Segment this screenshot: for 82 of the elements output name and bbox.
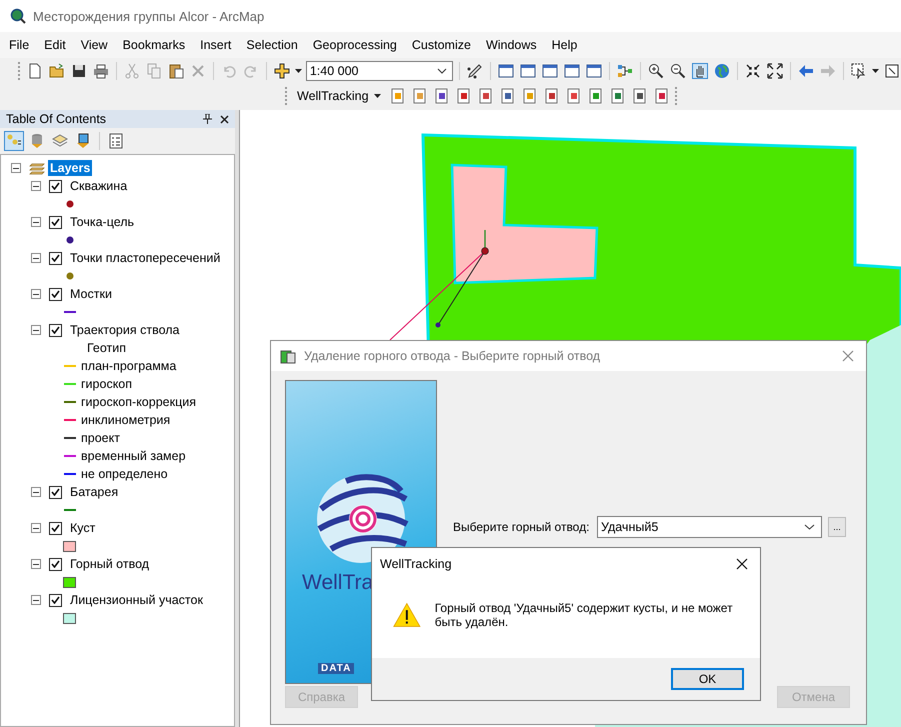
panel-title: Table Of Contents xyxy=(6,112,106,126)
legend-heading: Геотип xyxy=(87,341,126,355)
layer-name[interactable]: Точки пластопересечений xyxy=(70,251,220,265)
checkbox[interactable] xyxy=(49,594,62,606)
browse-button[interactable]: ... xyxy=(828,517,846,537)
legend-label: гироскоп xyxy=(81,377,132,391)
menu-item[interactable]: Windows xyxy=(486,38,537,52)
close-icon[interactable] xyxy=(220,114,229,124)
zoom-out-icon[interactable] xyxy=(669,62,688,80)
logo-text: WellTra xyxy=(302,571,374,595)
menu-item[interactable]: Selection xyxy=(246,38,298,52)
collapse-toggle[interactable] xyxy=(31,487,41,497)
layer-name[interactable]: Скважина xyxy=(70,179,128,193)
checkbox[interactable] xyxy=(49,558,62,570)
pan-hand-icon[interactable] xyxy=(691,62,710,80)
field-label: Выберите горный отвод: xyxy=(453,520,590,534)
legend-label: план-программа xyxy=(81,359,176,373)
edit-tool-icon[interactable] xyxy=(466,62,484,80)
zoom-in-arrows-icon[interactable] xyxy=(744,62,762,80)
layer-name[interactable]: Точка-цель xyxy=(70,215,134,229)
checkbox[interactable] xyxy=(49,252,62,264)
caret-icon[interactable] xyxy=(872,69,880,73)
allotment-combobox[interactable]: Удачный5 xyxy=(597,516,822,538)
checkbox[interactable] xyxy=(49,486,62,498)
collapse-toggle[interactable] xyxy=(31,523,41,533)
menu-item[interactable]: Customize xyxy=(412,38,471,52)
collapse-toggle[interactable] xyxy=(31,595,41,605)
menu-item[interactable]: File xyxy=(9,38,30,52)
menu-item[interactable]: Help xyxy=(552,38,578,52)
checkbox[interactable] xyxy=(49,522,62,534)
legend-label: временный замер xyxy=(81,449,186,463)
layer-name[interactable]: Мостки xyxy=(70,287,112,301)
menu-item[interactable]: Bookmarks xyxy=(122,38,186,52)
window-title: Месторождения группы Alcor - ArcMap xyxy=(33,8,264,24)
caret-icon[interactable] xyxy=(294,69,302,73)
chevron-down-icon xyxy=(437,68,448,74)
open-folder-icon[interactable] xyxy=(48,62,66,80)
layer-name[interactable]: Горный отвод xyxy=(70,557,150,571)
legend-label: проект xyxy=(81,431,120,445)
checkbox[interactable] xyxy=(49,324,62,336)
ok-button[interactable]: OK xyxy=(671,668,744,690)
zoom-out-arrows-icon[interactable] xyxy=(766,62,784,80)
square-icon[interactable] xyxy=(883,62,901,80)
warning-icon xyxy=(393,600,421,630)
checkbox[interactable] xyxy=(49,288,62,300)
layer-name[interactable]: Лицензионный участок xyxy=(70,593,203,607)
tree-item[interactable]: Layers xyxy=(48,160,92,176)
message-box-title: WellTracking xyxy=(380,557,452,571)
collapse-toggle[interactable] xyxy=(31,325,41,335)
caret-icon xyxy=(374,94,381,98)
add-data-icon[interactable] xyxy=(272,62,291,80)
collapse-toggle[interactable] xyxy=(31,289,41,299)
collapse-toggle[interactable] xyxy=(31,559,41,569)
scale-combobox[interactable]: 1:40 000 xyxy=(306,61,454,81)
collapse-toggle[interactable] xyxy=(31,253,41,263)
close-icon[interactable] xyxy=(736,558,748,570)
globe-magnifier-icon xyxy=(10,8,26,24)
layer-name[interactable]: Траектория ствола xyxy=(70,323,180,337)
menu-item[interactable]: Edit xyxy=(44,38,66,52)
options-list-icon[interactable] xyxy=(107,132,125,150)
layer-name[interactable]: Батарея xyxy=(70,485,118,499)
menu-item[interactable]: Insert xyxy=(200,38,232,52)
menu-item[interactable]: View xyxy=(80,38,108,52)
layer-name[interactable]: Куст xyxy=(70,521,96,535)
legend-label: инклинометрия xyxy=(81,413,170,427)
legend-label: не определено xyxy=(81,467,168,481)
dialog-title: Удаление горного отвода - Выберите горный отвод xyxy=(304,349,600,363)
menu-item[interactable]: Geoprocessing xyxy=(312,38,397,52)
checkbox[interactable] xyxy=(49,216,62,228)
legend-label: гироскоп-коррекция xyxy=(81,395,196,409)
checkbox[interactable] xyxy=(49,180,62,192)
collapse-toggle[interactable] xyxy=(31,217,41,227)
collapse-toggle[interactable] xyxy=(11,163,21,173)
zoom-in-icon[interactable] xyxy=(647,62,666,80)
paste-icon[interactable] xyxy=(166,62,185,80)
collapse-toggle[interactable] xyxy=(31,181,41,191)
chevron-down-icon xyxy=(804,524,815,530)
pin-icon[interactable] xyxy=(203,114,212,124)
print-icon[interactable] xyxy=(92,62,110,80)
welltracking-menu-button[interactable]: WellTracking xyxy=(293,87,385,105)
logo-text: DATA xyxy=(318,663,354,674)
message-text: Горный отвод 'Удачный5' содержит кусты, и не может быть удалён. xyxy=(434,601,734,629)
